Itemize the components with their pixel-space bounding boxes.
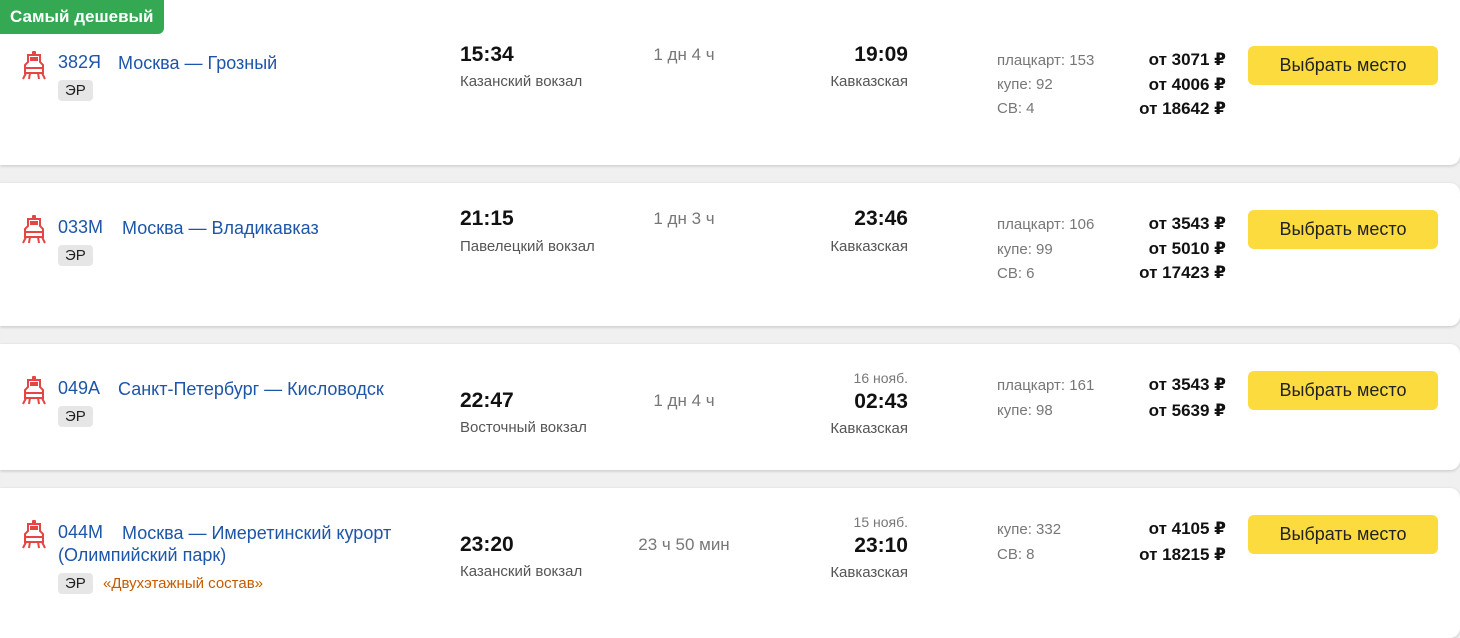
train-type-badge: ЭР: [58, 573, 93, 594]
train-icon: [22, 215, 46, 245]
departure-station: Казанский вокзал: [460, 73, 583, 90]
price: от 17423 ₽: [1139, 263, 1226, 282]
arrival-station: Кавказская: [830, 238, 908, 255]
train-route-link[interactable]: Москва — Грозный: [118, 52, 277, 74]
departure-station: Казанский вокзал: [460, 563, 583, 580]
price: от 4006 ₽: [1148, 75, 1226, 94]
price: от 18215 ₽: [1139, 545, 1226, 564]
seat-availability: купе: 332: [997, 521, 1062, 538]
departure-station: Восточный вокзал: [460, 419, 587, 436]
select-seat-button[interactable]: Выбрать место: [1248, 46, 1438, 85]
arrival-date: 16 нояб.: [853, 370, 908, 386]
trip-duration: 1 дн 4 ч: [653, 391, 715, 410]
price: от 18642 ₽: [1139, 99, 1226, 118]
train-type-badge: ЭР: [58, 245, 93, 266]
train-icon: [22, 376, 46, 406]
arrival-station: Кавказская: [830, 420, 908, 437]
select-seat-button[interactable]: Выбрать место: [1248, 515, 1438, 554]
price: от 3543 ₽: [1148, 375, 1226, 394]
arrival-station: Кавказская: [830, 564, 908, 581]
arrival-date: 15 нояб.: [853, 514, 908, 530]
departure-time: 22:47: [460, 389, 514, 412]
seat-availability: СВ: 8: [997, 546, 1035, 563]
train-route-link[interactable]: Санкт-Петербург — Кисловодск: [118, 378, 384, 400]
train-type-badge: ЭР: [58, 80, 93, 101]
price: от 3071 ₽: [1148, 50, 1226, 69]
seat-availability: плацкарт: 161: [997, 377, 1095, 394]
train-icon: [22, 51, 46, 81]
train-card[interactable]: 049А Санкт-Петербург — Кисловодск ЭР 22:…: [0, 344, 1460, 470]
seat-availability: СВ: 4: [997, 100, 1035, 117]
arrival-time: 02:43: [854, 390, 908, 413]
train-icon: [22, 520, 46, 550]
train-route-link-continued[interactable]: (Олимпийский парк): [58, 544, 226, 566]
seat-availability: СВ: 6: [997, 265, 1035, 282]
train-feature-note: «Двухэтажный состав»: [103, 575, 264, 592]
price: от 3543 ₽: [1148, 214, 1226, 233]
train-route-link[interactable]: Москва — Имеретинский курорт: [122, 522, 391, 544]
select-seat-button[interactable]: Выбрать место: [1248, 371, 1438, 410]
trip-duration: 1 дн 4 ч: [653, 45, 715, 64]
price: от 5639 ₽: [1148, 401, 1226, 420]
departure-station: Павелецкий вокзал: [460, 238, 595, 255]
seat-availability: купе: 92: [997, 76, 1053, 93]
train-route-link[interactable]: Москва — Владикавказ: [122, 217, 319, 239]
price: от 5010 ₽: [1148, 239, 1226, 258]
arrival-time: 23:10: [854, 534, 908, 557]
departure-time: 21:15: [460, 207, 514, 230]
train-number[interactable]: 049А: [58, 378, 100, 399]
train-number[interactable]: 044М: [58, 522, 103, 543]
train-type-badge: ЭР: [58, 406, 93, 427]
trip-duration: 23 ч 50 мин: [638, 535, 730, 554]
train-card[interactable]: 044М Москва — Имеретинский курорт (Олимп…: [0, 488, 1460, 638]
cheapest-badge: Самый дешевый: [0, 0, 164, 34]
seat-availability: плацкарт: 106: [997, 216, 1095, 233]
seat-availability: плацкарт: 153: [997, 52, 1095, 69]
select-seat-button[interactable]: Выбрать место: [1248, 210, 1438, 249]
train-number[interactable]: 033М: [58, 217, 103, 238]
departure-time: 15:34: [460, 43, 514, 66]
arrival-time: 23:46: [854, 207, 908, 230]
seat-availability: купе: 99: [997, 241, 1053, 258]
train-card[interactable]: 033М Москва — Владикавказ ЭР 21:15 Павел…: [0, 183, 1460, 326]
arrival-time: 19:09: [854, 43, 908, 66]
train-card[interactable]: Самый дешевый 382Я Москва — Грозный ЭР 1…: [0, 0, 1460, 165]
trip-duration: 1 дн 3 ч: [653, 209, 715, 228]
seat-availability: купе: 98: [997, 402, 1053, 419]
train-number[interactable]: 382Я: [58, 52, 101, 73]
departure-time: 23:20: [460, 533, 514, 556]
arrival-station: Кавказская: [830, 73, 908, 90]
price: от 4105 ₽: [1148, 519, 1226, 538]
